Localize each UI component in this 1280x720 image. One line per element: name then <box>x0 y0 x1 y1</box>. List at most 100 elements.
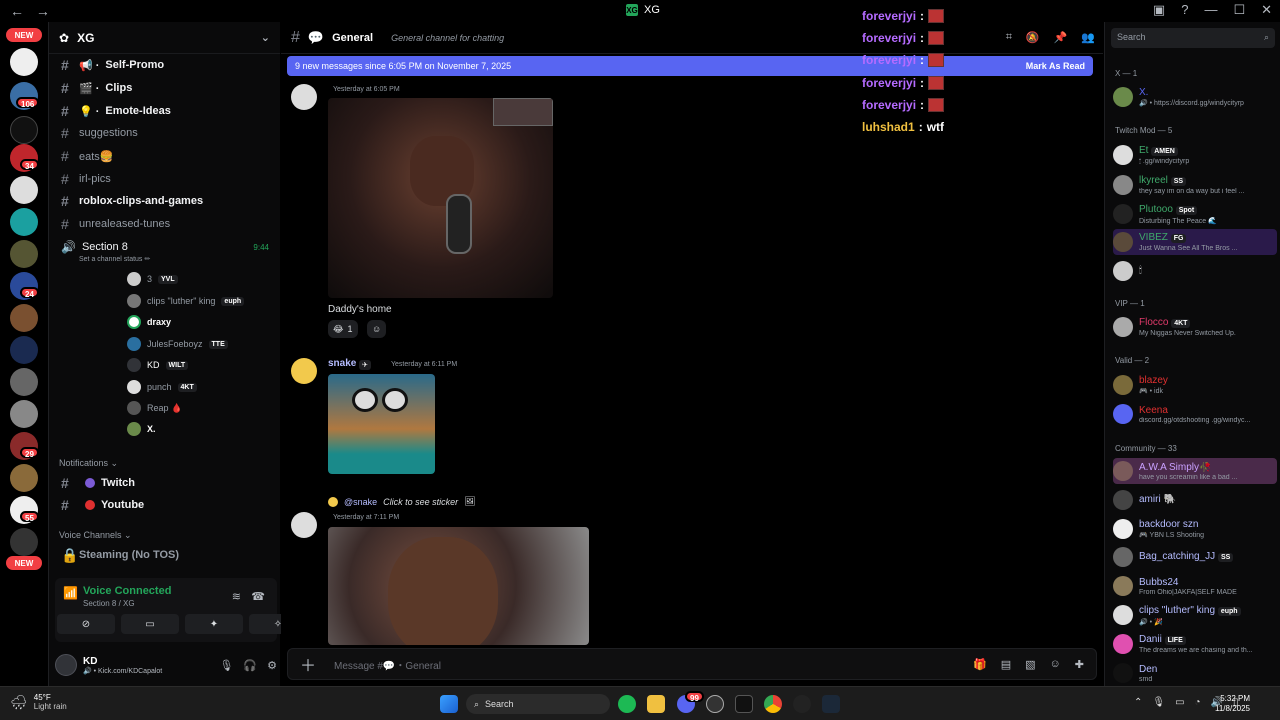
avatar[interactable] <box>291 512 317 538</box>
member-item[interactable]: Et AMEN 🕯 .gg/windycityrp <box>1113 142 1277 168</box>
member-item[interactable]: Flocco 4KT My Niggas Never Switched Up. <box>1113 314 1277 340</box>
threads-icon[interactable]: ⌗ <box>1006 31 1012 44</box>
network-icon[interactable]: ▭ <box>1175 697 1184 708</box>
server-icon[interactable] <box>10 176 38 204</box>
server-icon[interactable] <box>10 464 38 492</box>
channel-eats[interactable]: # eats🍔 <box>57 145 277 167</box>
member-item[interactable]: Bubbs24 From Ohio|JAKFA|SELF MADE <box>1113 573 1277 599</box>
member-item[interactable]: VIBEZ FG Just Wanna See All The Bros ... <box>1113 229 1277 255</box>
new-messages-banner[interactable]: 9 new messages since 6:05 PM on November… <box>287 56 1093 76</box>
server-icon[interactable] <box>10 528 38 556</box>
avatar[interactable] <box>291 84 317 110</box>
reaction-gif[interactable] <box>328 527 589 645</box>
server-icon[interactable] <box>10 240 38 268</box>
reaction-button[interactable]: 😂 1 <box>328 320 358 338</box>
app-icon[interactable] <box>706 695 724 713</box>
emoji-icon[interactable]: ☺ <box>1050 658 1061 671</box>
avatar[interactable] <box>55 654 77 676</box>
inbox-icon[interactable]: ▣ <box>1153 2 1165 18</box>
screen-share-button[interactable]: ▭ <box>121 614 179 634</box>
server-icon[interactable] <box>10 336 38 364</box>
server-icon[interactable] <box>10 116 38 144</box>
channel-twitch[interactable]: # Twitch <box>57 472 277 494</box>
server-icon[interactable] <box>10 368 38 396</box>
reply-preview[interactable]: @snake Click to see sticker 🖼 <box>328 496 476 507</box>
voice-user[interactable]: Reap 🩸 <box>127 398 182 418</box>
member-item[interactable]: A.W.A Simply🥀 have you screamin like a ba… <box>1113 458 1277 484</box>
channel-unreleased-tunes[interactable]: # unrealeased-tunes <box>57 213 277 235</box>
mark-as-read-button[interactable]: Mark As Read <box>1026 61 1085 71</box>
channel-youtube[interactable]: # Youtube <box>57 494 277 516</box>
spotify-icon[interactable] <box>618 695 636 713</box>
user-info[interactable]: KD 🔊 • Kick.com/KDCapalot <box>83 656 162 675</box>
close-button[interactable]: ✕ <box>1261 2 1272 18</box>
voice-user[interactable]: 3 YVL <box>127 269 178 289</box>
clock[interactable]: 5:32 PM 11/8/2025 <box>1215 694 1250 714</box>
new-pill[interactable]: NEW <box>6 556 42 570</box>
channel-emote-ideas[interactable]: # 💡 · Emote-Ideas <box>57 100 277 122</box>
member-item[interactable]: 🕯 <box>1113 258 1277 284</box>
channel-topic[interactable]: General channel for chatting <box>391 33 504 43</box>
apps-icon[interactable]: ✚ <box>1075 658 1084 671</box>
member-item[interactable]: backdoor szn 🎮 YBN LS Shooting <box>1113 516 1277 542</box>
gift-icon[interactable]: 🎁 <box>973 658 987 671</box>
app-icon[interactable] <box>793 695 811 713</box>
back-forward-nav[interactable]: ← → <box>10 3 54 19</box>
plus-icon[interactable]: ＋ <box>300 652 316 676</box>
server-icon[interactable] <box>10 304 38 332</box>
minimize-button[interactable]: — <box>1204 2 1217 18</box>
server-icon[interactable] <box>10 400 38 428</box>
mute-icon[interactable]: 🔕 <box>1026 31 1040 44</box>
wifi-icon[interactable]: ◔ <box>1195 697 1201 708</box>
member-item[interactable]: clips "luther" king euph 🔊 • 🎉 <box>1113 602 1277 628</box>
member-item[interactable]: X. 🔊 • https://discord.gg/windycityrp <box>1113 84 1277 110</box>
activities-button[interactable]: ✦ <box>185 614 243 634</box>
channel-steaming[interactable]: 🔒 Steaming (No TOS) <box>57 544 277 566</box>
weather-widget[interactable]: 🌧 45°F Light rain <box>10 693 67 711</box>
members-icon[interactable]: 👥 <box>1081 31 1095 44</box>
voice-channels-category[interactable]: Voice Channels ⌄ <box>59 530 132 541</box>
taskbar-search[interactable]: ⌕ Search <box>466 694 610 714</box>
member-item[interactable]: Keena discord.gg/otdshooting .gg/windyc..… <box>1113 401 1277 427</box>
mic-icon[interactable]: 🎙 <box>219 659 233 672</box>
search-input[interactable]: Search ⌕ <box>1111 28 1275 48</box>
windows-start-icon[interactable] <box>440 695 458 713</box>
channel-clips[interactable]: # 🎬 · Clips <box>57 77 277 99</box>
voice-user[interactable]: KD WILT <box>127 355 189 375</box>
member-item[interactable]: amiri 🐘 <box>1113 487 1277 513</box>
server-icon[interactable] <box>10 48 38 76</box>
channel-suggestions[interactable]: # suggestions <box>57 122 277 144</box>
help-icon[interactable]: ? <box>1181 2 1188 18</box>
noise-suppression-icon[interactable]: ≋ <box>232 590 241 603</box>
pin-icon[interactable]: 📌 <box>1054 31 1068 44</box>
channel-irl-pics[interactable]: # irl-pics <box>57 168 277 190</box>
gif-icon[interactable]: ▤ <box>1001 658 1011 671</box>
member-item[interactable]: Den smd <box>1113 660 1277 686</box>
channel-roblox[interactable]: # roblox-clips-and-games <box>57 190 277 212</box>
steam-icon[interactable] <box>822 695 840 713</box>
gear-icon[interactable]: ⚙ <box>267 659 277 672</box>
voice-user[interactable]: JulesFoeboyz TTE <box>127 334 228 354</box>
epic-games-icon[interactable] <box>735 695 753 713</box>
voice-connected-sub[interactable]: Section 8 / XG <box>83 599 135 608</box>
disconnect-icon[interactable]: ☎ <box>251 590 265 603</box>
headphones-icon[interactable]: 🎧 <box>243 659 257 672</box>
server-icon[interactable] <box>10 208 38 236</box>
camera-off-button[interactable]: ⊘ <box>57 614 115 634</box>
channel-status[interactable]: Set a channel status ✏ <box>79 255 150 263</box>
mic-icon[interactable]: 🎙 <box>1152 697 1165 708</box>
voice-user[interactable]: punch 4KT <box>127 377 197 397</box>
channel-self-promo[interactable]: # 📢 · Self-Promo <box>57 54 277 76</box>
file-explorer-icon[interactable] <box>647 695 665 713</box>
video-gif[interactable] <box>328 98 553 298</box>
maximize-button[interactable]: ☐ <box>1233 2 1245 18</box>
voice-user[interactable]: X. <box>127 419 156 439</box>
new-pill[interactable]: NEW <box>6 28 42 42</box>
add-reaction-button[interactable]: ☺ <box>367 320 387 338</box>
chevron-up-icon[interactable]: ⌃ <box>1134 697 1142 708</box>
message-input[interactable]: Message #💬・General <box>334 657 441 672</box>
sticker-icon[interactable]: ▧ <box>1025 658 1035 671</box>
member-item[interactable]: blazey 🎮 • idk <box>1113 372 1277 398</box>
member-item[interactable]: Bag_catching_JJ SS <box>1113 544 1277 570</box>
sticker-image[interactable] <box>328 374 435 474</box>
